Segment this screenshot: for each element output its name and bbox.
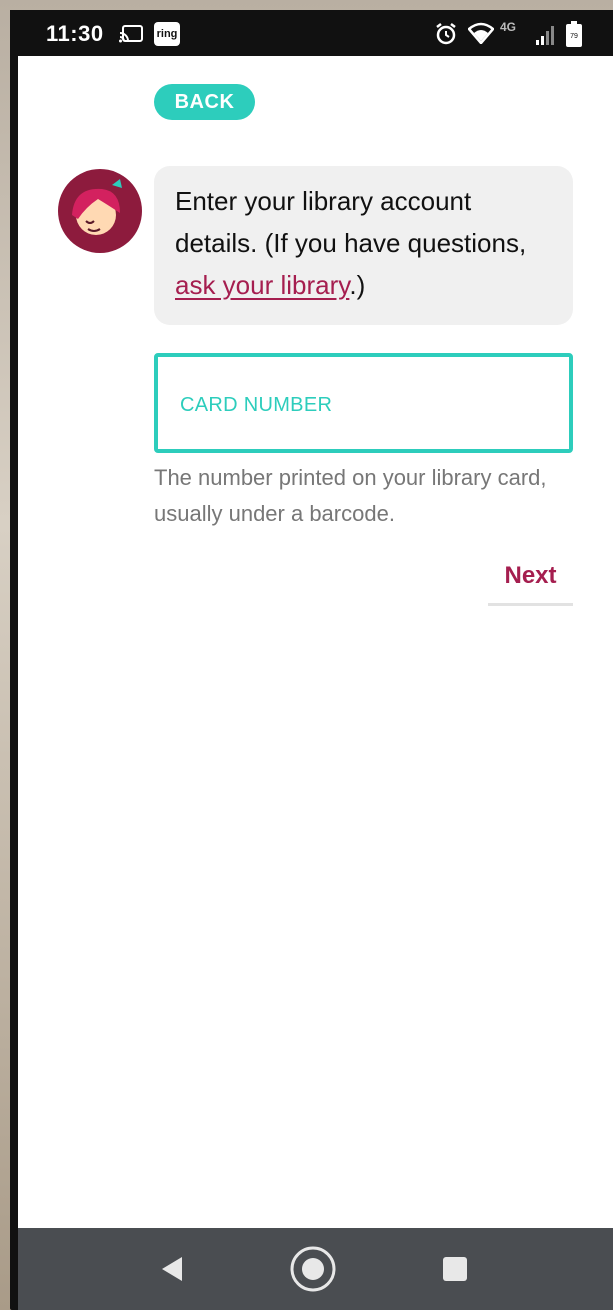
prompt-text: Enter your library account details. (If … [175, 186, 527, 258]
back-button[interactable]: BACK [154, 84, 255, 120]
card-number-input[interactable] [180, 417, 550, 445]
card-number-label: CARD NUMBER [180, 394, 333, 416]
recents-square-icon[interactable] [441, 1255, 469, 1283]
wifi-icon [468, 22, 494, 44]
home-circle-icon[interactable] [289, 1245, 337, 1293]
alarm-icon [436, 23, 456, 45]
battery-icon: 79 [566, 21, 582, 47]
back-triangle-icon[interactable] [158, 1254, 188, 1284]
ring-app-icon: ring [154, 22, 180, 46]
prompt-bubble: Enter your library account details. (If … [154, 166, 573, 325]
card-number-field[interactable]: CARD NUMBER [154, 353, 573, 453]
next-button[interactable]: Next [488, 554, 573, 606]
status-bar: 11:30 ring 4G 79 [10, 10, 613, 56]
network-type-label: 4G [500, 20, 517, 34]
card-number-helper: The number printed on your library card,… [154, 465, 547, 526]
prompt-text-end: .) [349, 270, 366, 300]
system-nav-bar [18, 1228, 613, 1310]
signal-icon [536, 26, 554, 45]
ask-library-link[interactable]: ask your library [175, 270, 349, 300]
libby-avatar-icon [58, 169, 142, 253]
cast-icon [119, 25, 143, 43]
status-time: 11:30 [46, 21, 104, 46]
app-screen: BACK Enter your library account details.… [18, 56, 613, 1228]
battery-level: 79 [570, 33, 578, 40]
